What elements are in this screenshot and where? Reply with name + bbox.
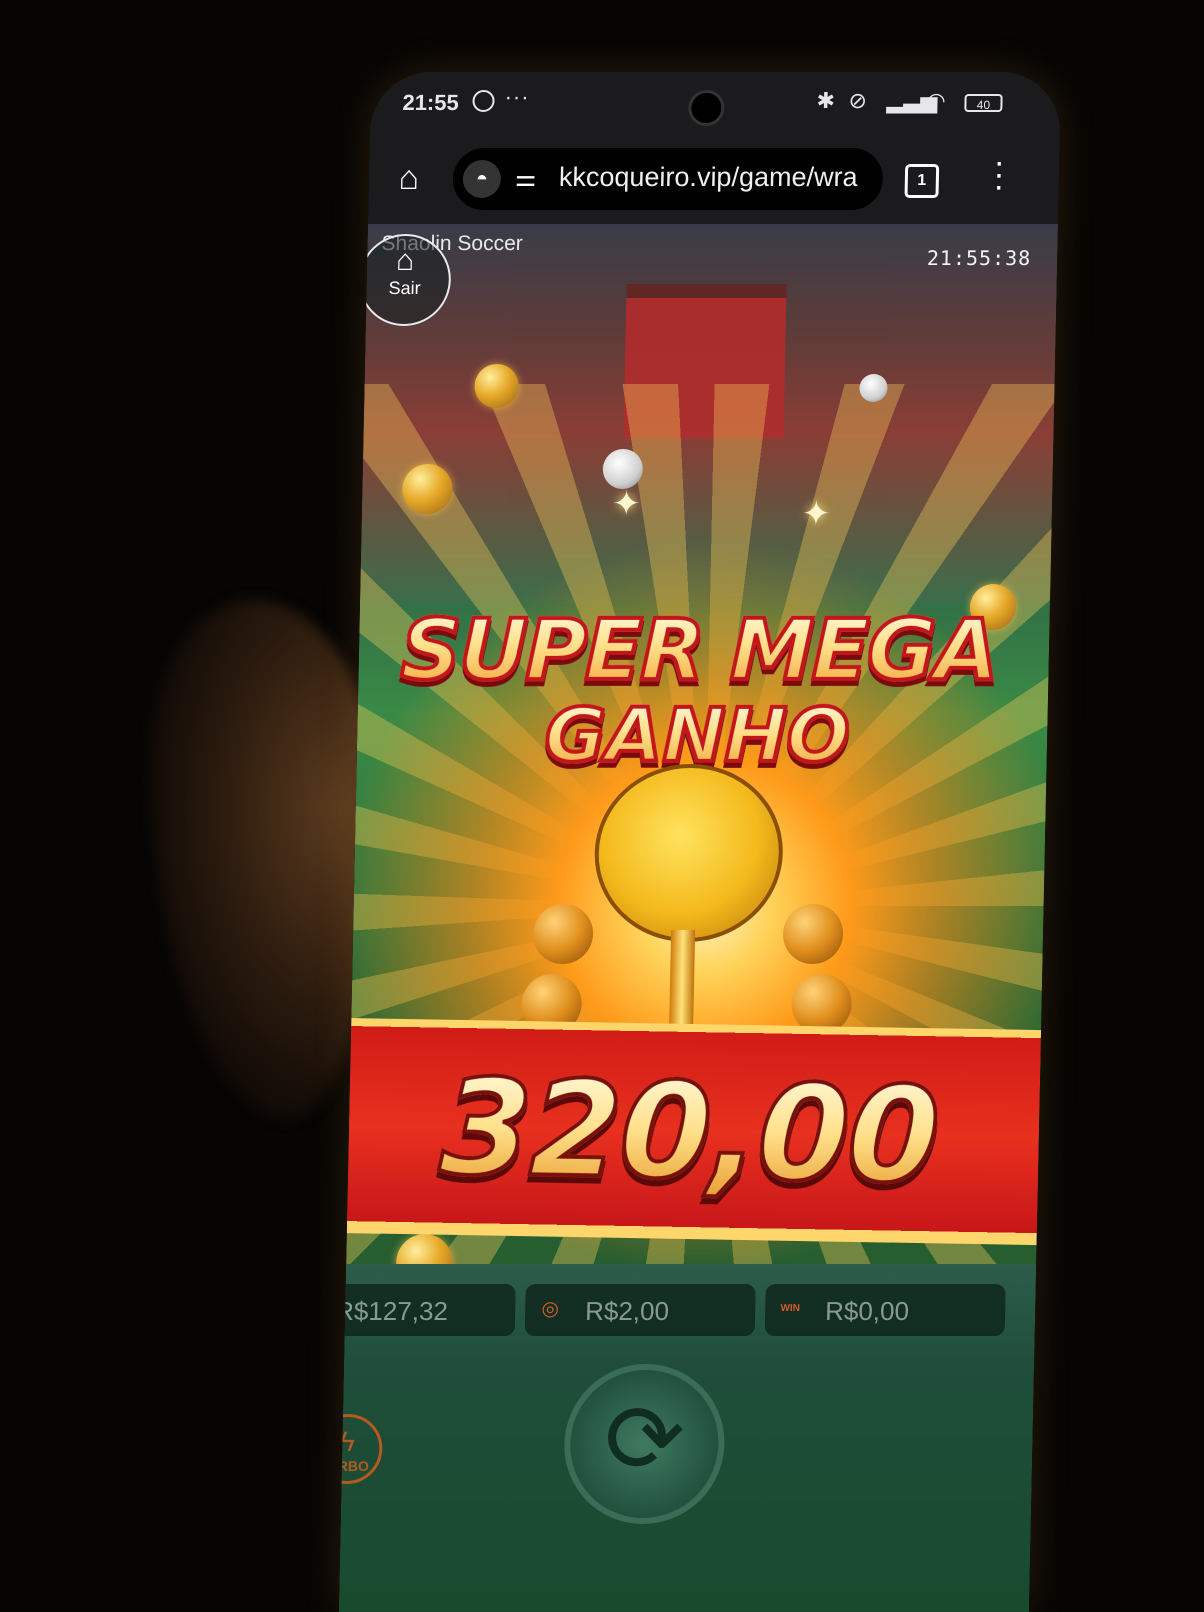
balance-value: R$127,32 [338,1296,449,1326]
game-viewport[interactable]: ✦ ✦ ✦ Shaolin Soccer 21:55:38 ⌂ Sair SUP… [338,224,1058,1612]
hand-shadow [150,600,380,1120]
browser-toolbar: ⌂ ◓ ⚌ kkcoqueiro.vip/game/wra 1 · · · [367,134,1060,224]
sparkle-icon: ✦ [611,485,641,523]
headline-line-1: SUPER MEGA [378,599,1020,701]
whatsapp-icon [472,90,495,112]
bet-value: R$2,00 [584,1296,670,1326]
mute-icon: ⊘ [848,88,868,113]
more-dots-icon: ··· [504,84,530,109]
win-icon: WIN [780,1303,801,1314]
win-amount-banner: 320,00 [338,1017,1058,1246]
browser-home-button[interactable]: ⌂ [386,156,431,200]
control-panel: ▣ R$127,32 ◎ R$2,00 WIN R$0,00 ϟ TURBO ⟳ [338,1264,1037,1612]
win-value: R$0,00 [824,1296,910,1326]
bluetooth-icon: ✱ [816,88,836,113]
bead [782,904,844,964]
sparkle-icon: ✦ [801,495,831,533]
status-time: 21:55 [402,90,460,115]
exit-label: Sair [388,278,421,298]
lightning-icon: ϟ [339,1426,356,1457]
url-text[interactable]: kkcoqueiro.vip/game/wra [559,162,870,193]
status-bar: 21:55 ··· ✱ ⊘ ▂▃▅ ◠ 40 [369,72,1062,134]
site-settings-icon[interactable]: ⚌ [515,164,537,193]
spin-button[interactable]: ⟳ [562,1364,727,1524]
trophy-ball [592,764,785,942]
refresh-arrows-icon: ⟳ [603,1386,686,1493]
address-bar[interactable]: ◓ ⚌ kkcoqueiro.vip/game/wra [452,148,884,210]
balance-display: ▣ R$127,32 [338,1284,516,1336]
tabs-button[interactable]: 1 [904,164,940,198]
coin-stack-icon: ◎ [541,1298,560,1320]
turbo-label: TURBO [338,1458,369,1474]
phone-screen: 21:55 ··· ✱ ⊘ ▂▃▅ ◠ 40 ⌂ ◓ ⚌ kkcoqueiro.… [338,72,1062,1612]
front-camera [687,90,725,126]
game-clock: 21:55:38 [926,246,1032,270]
win-amount: 320,00 [339,1049,1058,1216]
win-display: WIN R$0,00 [764,1284,1006,1336]
bead [532,904,594,964]
wifi-icon: ◠ [926,88,946,113]
house-icon: ⌂ [395,244,415,277]
browser-menu-button[interactable]: · · · [989,143,1010,205]
bet-display[interactable]: ◎ R$2,00 [524,1284,756,1336]
incognito-icon: ◓ [462,160,502,198]
battery-icon: 40 [964,94,1003,112]
